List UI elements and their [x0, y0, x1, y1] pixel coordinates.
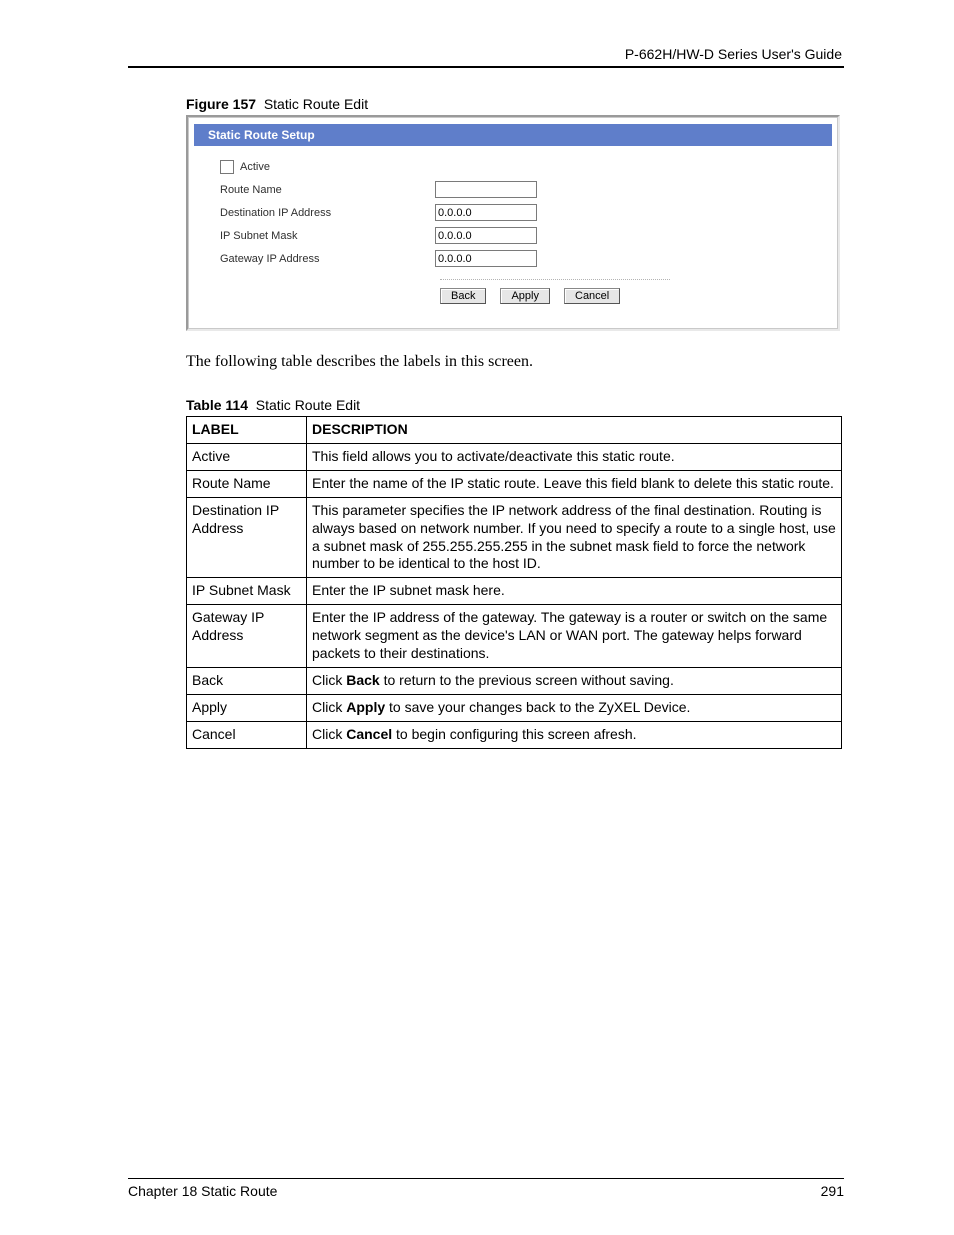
gateway-label: Gateway IP Address — [220, 253, 435, 265]
cancel-button[interactable]: Cancel — [564, 288, 620, 304]
dest-ip-label: Destination IP Address — [220, 207, 435, 219]
table-row: Apply Click Apply to save your changes b… — [187, 694, 842, 721]
cell-desc: Enter the name of the IP static route. L… — [307, 470, 842, 497]
subnet-row: IP Subnet Mask — [220, 225, 806, 246]
figure-caption: Figure 157 Static Route Edit — [128, 96, 844, 112]
screenshot-frame: Static Route Setup Active Route Name Des… — [186, 115, 840, 331]
gateway-input[interactable] — [435, 250, 537, 267]
dotted-separator — [440, 279, 670, 280]
table-row: Route Name Enter the name of the IP stat… — [187, 470, 842, 497]
button-row: Back Apply Cancel — [440, 288, 806, 304]
cell-desc: Click Apply to save your changes back to… — [307, 694, 842, 721]
th-label: LABEL — [187, 417, 307, 444]
cell-label: Active — [187, 443, 307, 470]
subnet-label: IP Subnet Mask — [220, 230, 435, 242]
cell-label: Apply — [187, 694, 307, 721]
table-caption-label: Table 114 — [186, 397, 248, 413]
running-header: P-662H/HW-D Series User's Guide — [128, 46, 844, 62]
cell-label: Cancel — [187, 721, 307, 748]
active-row: Active — [220, 156, 806, 177]
active-checkbox[interactable] — [220, 160, 234, 174]
table-row: Gateway IP Address Enter the IP address … — [187, 605, 842, 668]
cell-label: Destination IP Address — [187, 497, 307, 578]
cell-label: Back — [187, 667, 307, 694]
cell-desc: Enter the IP address of the gateway. The… — [307, 605, 842, 668]
description-table: LABEL DESCRIPTION Active This field allo… — [186, 416, 842, 749]
footer-chapter: Chapter 18 Static Route — [128, 1183, 277, 1199]
table-header-row: LABEL DESCRIPTION — [187, 417, 842, 444]
cell-label: IP Subnet Mask — [187, 578, 307, 605]
route-name-row: Route Name — [220, 179, 806, 200]
header-rule — [128, 66, 844, 68]
cell-desc: This parameter specifies the IP network … — [307, 497, 842, 578]
cell-desc: Enter the IP subnet mask here. — [307, 578, 842, 605]
cell-desc: Click Cancel to begin configuring this s… — [307, 721, 842, 748]
panel-title: Static Route Setup — [194, 124, 832, 146]
dest-ip-input[interactable] — [435, 204, 537, 221]
footer-rule — [128, 1178, 844, 1179]
route-name-label: Route Name — [220, 184, 435, 196]
cell-label: Route Name — [187, 470, 307, 497]
static-route-setup-panel: Static Route Setup Active Route Name Des… — [194, 124, 832, 318]
cell-desc: Click Back to return to the previous scr… — [307, 667, 842, 694]
figure-caption-label: Figure 157 — [186, 96, 256, 112]
cell-desc: This field allows you to activate/deacti… — [307, 443, 842, 470]
table-row: Back Click Back to return to the previou… — [187, 667, 842, 694]
apply-button[interactable]: Apply — [500, 288, 550, 304]
subnet-input[interactable] — [435, 227, 537, 244]
table-row: Destination IP Address This parameter sp… — [187, 497, 842, 578]
table-caption-text: Static Route Edit — [256, 397, 360, 413]
cell-label: Gateway IP Address — [187, 605, 307, 668]
table-row: Active This field allows you to activate… — [187, 443, 842, 470]
th-desc: DESCRIPTION — [307, 417, 842, 444]
table-caption: Table 114 Static Route Edit — [128, 397, 844, 413]
figure-caption-text: Static Route Edit — [264, 96, 368, 112]
back-button[interactable]: Back — [440, 288, 486, 304]
gateway-row: Gateway IP Address — [220, 248, 806, 269]
dest-ip-row: Destination IP Address — [220, 202, 806, 223]
table-row: IP Subnet Mask Enter the IP subnet mask … — [187, 578, 842, 605]
route-name-input[interactable] — [435, 181, 537, 198]
body-paragraph: The following table describes the labels… — [186, 353, 844, 371]
table-row: Cancel Click Cancel to begin configuring… — [187, 721, 842, 748]
form-area: Active Route Name Destination IP Address… — [194, 146, 832, 318]
page-footer: Chapter 18 Static Route 291 — [128, 1178, 844, 1199]
screenshot-inner: Static Route Setup Active Route Name Des… — [188, 117, 838, 329]
active-label: Active — [240, 161, 270, 173]
footer-page-number: 291 — [821, 1183, 844, 1199]
